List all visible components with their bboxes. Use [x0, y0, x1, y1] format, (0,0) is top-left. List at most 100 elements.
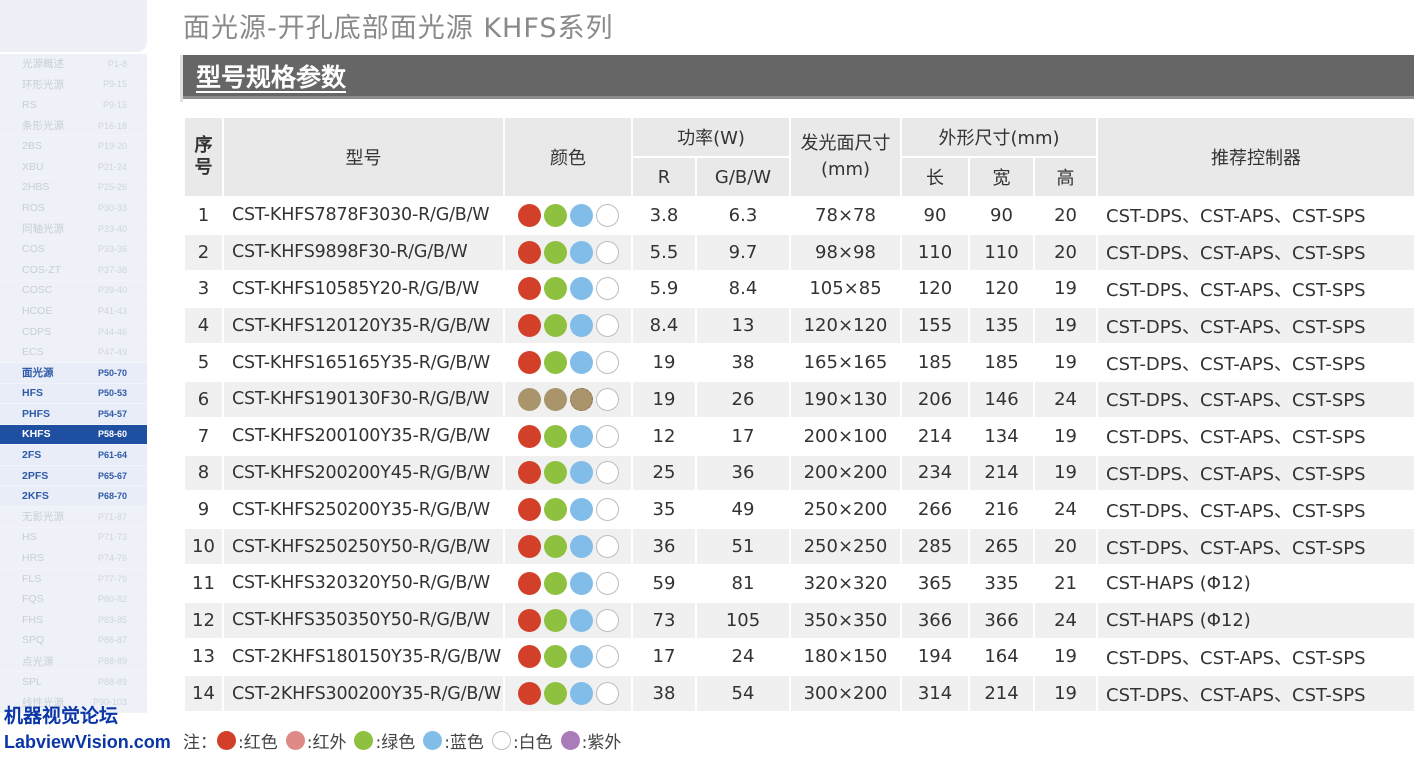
sidebar-item-page: P21-24 [97, 161, 127, 172]
cell-height: 19 [1032, 637, 1099, 677]
color-dot-red-icon [517, 682, 541, 706]
table-row: 9 CST-KHFS250200Y35-R/G/B/W 35 49 250×200 266… [183, 490, 1417, 530]
sidebar-item[interactable]: 面光源 P50-70 [0, 362, 147, 384]
section-marker [180, 55, 183, 102]
cell-model: CST-KHFS200200Y45-R/G/B/W [222, 453, 505, 493]
sidebar-item[interactable]: 2KFS P68-70 [0, 486, 147, 508]
sidebar-item[interactable]: 点光源 P88-89 [0, 651, 147, 672]
sidebar-item[interactable]: 2FS P61-64 [0, 445, 147, 466]
sidebar-item-label: HFS [22, 387, 43, 400]
cell-width: 214 [968, 453, 1035, 493]
sidebar-item[interactable]: ROS P30-33 [0, 198, 147, 219]
sidebar-item[interactable]: KHFS P58-60 [0, 424, 147, 446]
sidebar-item[interactable]: COS P33-36 [0, 239, 147, 260]
cell-height: 21 [1032, 563, 1099, 603]
cell-color [503, 343, 633, 382]
color-dot-red-icon [517, 461, 541, 485]
sidebar-item[interactable]: COSC P39-40 [0, 280, 147, 302]
header-width: 宽 [968, 156, 1035, 198]
sidebar-item[interactable]: HRS P74-76 [0, 548, 147, 569]
sidebar-item-page: P74-76 [97, 553, 127, 564]
spec-table: 序号 型号 颜色 功率(W) 发光面尺寸(mm) 外形尺寸(mm) 推荐控制器 … [183, 116, 1417, 714]
cell-model: CST-2KHFS180150Y35-R/G/B/W [222, 637, 505, 677]
sidebar-item[interactable]: ECS P47-49 [0, 342, 147, 363]
cell-color [503, 453, 633, 493]
sidebar-item[interactable]: PHFS P54-57 [0, 404, 147, 425]
table-row: 3 CST-KHFS10585Y20-R/G/B/W 5.9 8.4 105×85 120… [183, 269, 1417, 309]
sidebar-item-label: HRS [22, 552, 45, 565]
cell-index: 1 [183, 196, 224, 235]
sidebar-item[interactable]: HCOE P41-43 [0, 301, 147, 322]
cell-controller: CST-DPS、CST-APS、CST-SPS [1096, 343, 1417, 382]
cell-emit-size: 350×350 [789, 600, 902, 640]
cell-width: 90 [968, 196, 1035, 235]
sidebar-item[interactable]: SPQ P86-87 [0, 630, 147, 652]
cell-controller: CST-DPS、CST-APS、CST-SPS [1096, 453, 1417, 493]
cell-power-r: 3.8 [631, 196, 697, 235]
sidebar-item[interactable]: FQS P80-82 [0, 589, 147, 611]
cell-emit-size: 180×150 [789, 637, 902, 677]
sidebar-item[interactable]: 2BS P19-20 [0, 136, 147, 157]
sidebar-item-label: ROS [22, 201, 45, 214]
color-dots [506, 608, 630, 632]
sidebar-item-label: 2FS [22, 449, 42, 462]
color-dot-green-icon [543, 535, 567, 559]
sidebar-item-page: P50-70 [97, 367, 127, 378]
table-row: 14 CST-2KHFS300200Y35-R/G/B/W 38 54 300×200 3… [183, 674, 1417, 714]
cell-color [503, 196, 633, 235]
sidebar-item-label: PHFS [22, 407, 51, 420]
sidebar-item-page: P65-67 [97, 470, 127, 481]
sidebar-item-page: P33-36 [97, 244, 127, 255]
sidebar-item[interactable]: SPL P88-89 [0, 671, 147, 693]
sidebar-item-label: HCOE [22, 304, 53, 317]
sidebar-item-label: SPQ [22, 634, 45, 647]
cell-power-r: 38 [631, 674, 697, 714]
sidebar-item[interactable]: XBU P21-24 [0, 156, 147, 178]
sidebar-item-label: 面光源 [22, 367, 54, 380]
sidebar-item[interactable]: FHS P83-85 [0, 610, 147, 631]
sidebar-item[interactable]: 同轴光源 P33-40 [0, 218, 147, 240]
cell-emit-size: 98×98 [789, 232, 902, 272]
cell-color [503, 269, 633, 309]
cell-length: 120 [900, 269, 970, 309]
legend-item: :紫外 [560, 728, 621, 753]
color-dot-green-icon [543, 682, 567, 706]
cell-length: 90 [900, 196, 970, 235]
sidebar-item[interactable]: RS P9-15 [0, 95, 147, 116]
cell-length: 285 [900, 527, 970, 566]
color-dot-tan-icon [517, 387, 541, 411]
sidebar-item[interactable]: FLS P77-79 [0, 568, 147, 590]
sidebar-item[interactable]: CDPS P44-46 [0, 321, 147, 343]
color-dots [506, 387, 630, 411]
header-power-r: R [631, 156, 697, 198]
cell-height: 19 [1032, 269, 1099, 309]
cell-color [503, 232, 633, 272]
sidebar-item-page: P25-26 [97, 182, 127, 193]
cell-width: 146 [968, 379, 1035, 419]
sidebar-item[interactable]: HFS P50-53 [0, 383, 147, 405]
sidebar-item[interactable]: 光源概述 P1-8 [0, 54, 147, 75]
sidebar-item[interactable]: 2HBS P25-26 [0, 177, 147, 199]
cell-controller: CST-DPS、CST-APS、CST-SPS [1096, 379, 1417, 419]
cell-power-r: 19 [631, 379, 697, 419]
color-dot-white-icon [595, 351, 619, 375]
legend-item: :绿色 [354, 728, 415, 753]
cell-model: CST-KHFS250200Y35-R/G/B/W [222, 490, 505, 530]
cell-color [503, 674, 633, 714]
sidebar-item[interactable]: COS-ZT P37-38 [0, 259, 147, 281]
cell-index: 10 [183, 527, 224, 566]
cell-height: 19 [1032, 416, 1099, 456]
sidebar-item[interactable]: 条形光源 P16-18 [0, 115, 147, 137]
cell-height: 20 [1032, 232, 1099, 272]
sidebar-item-page: P68-70 [97, 491, 127, 502]
cell-power-r: 59 [631, 563, 697, 603]
sidebar-item-label: 2PFS [22, 469, 49, 482]
sidebar-item[interactable]: HS P71-73 [0, 527, 147, 549]
sidebar-item[interactable]: 环形光源 P9-15 [0, 74, 147, 96]
cell-length: 206 [900, 379, 970, 419]
color-dots [506, 682, 630, 706]
color-dot-blue-icon [569, 203, 593, 227]
header-model: 型号 [222, 116, 505, 198]
sidebar-item[interactable]: 无影光源 P71-87 [0, 507, 147, 528]
sidebar-item[interactable]: 2PFS P65-67 [0, 465, 147, 487]
